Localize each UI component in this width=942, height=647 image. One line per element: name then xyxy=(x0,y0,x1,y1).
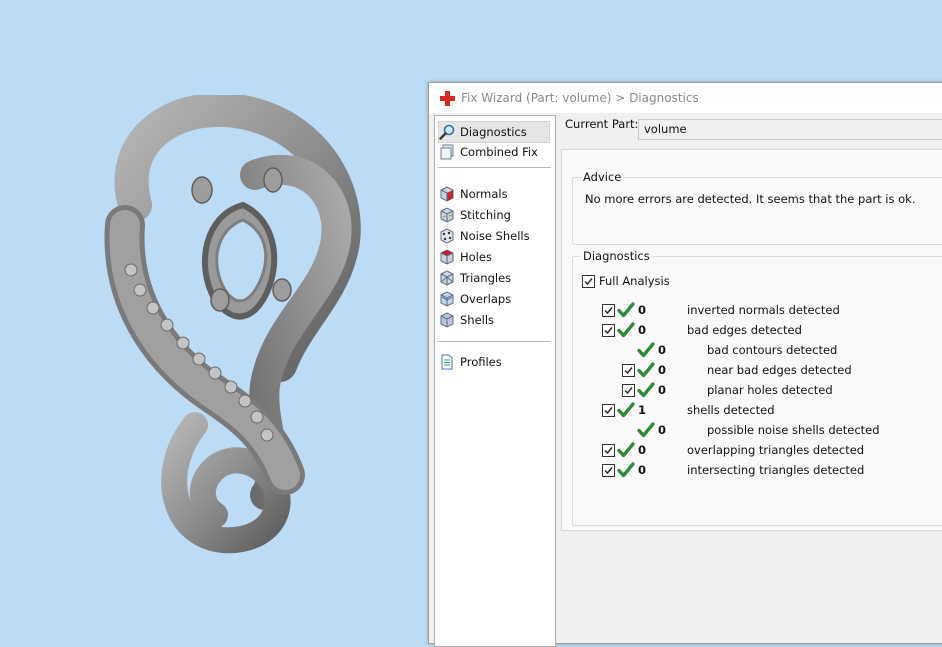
diagnostic-count: 0 xyxy=(658,343,667,357)
nav-item-profiles[interactable]: Profiles xyxy=(439,352,549,372)
current-part-field[interactable]: volume xyxy=(638,119,942,140)
diagnostic-checkbox[interactable] xyxy=(622,363,635,377)
green-check-icon xyxy=(637,382,655,398)
fix-wizard-cross-icon xyxy=(440,90,455,106)
magnifier-icon xyxy=(439,124,455,140)
diagnostic-count: 1 xyxy=(638,403,647,417)
nav-label: Combined Fix xyxy=(460,145,538,159)
diagnostic-row: 0 xyxy=(622,421,666,439)
diagnostic-row: 0 xyxy=(622,381,666,399)
nav-label: Triangles xyxy=(460,271,512,285)
green-check-icon xyxy=(617,402,635,418)
diagnostic-count: 0 xyxy=(638,303,647,317)
nav-label: Diagnostics xyxy=(460,125,527,139)
diagnostics-title: Diagnostics xyxy=(581,249,652,263)
diagnostic-checkbox[interactable] xyxy=(602,403,615,417)
nav-item-triangles[interactable]: Triangles xyxy=(439,268,549,288)
nav-label: Normals xyxy=(460,187,508,201)
wizard-navigation: Diagnostics Combined Fix Normals Stitchi… xyxy=(434,115,556,647)
diagnostics-page: Advice No more errors are detected. It s… xyxy=(561,149,942,531)
nav-item-normals[interactable]: Normals xyxy=(439,184,549,204)
advice-group: Advice No more errors are detected. It s… xyxy=(572,170,942,245)
nav-item-noise-shells[interactable]: Noise Shells xyxy=(439,226,549,246)
diagnostic-label: near bad edges detected xyxy=(707,363,852,377)
shells-cube-icon xyxy=(440,312,454,328)
dialog-titlebar: Fix Wizard (Part: volume) > Diagnostics xyxy=(429,83,942,113)
diagnostic-count: 0 xyxy=(658,383,667,397)
checkbox[interactable] xyxy=(582,274,595,288)
nav-separator xyxy=(437,167,551,168)
normals-cube-icon xyxy=(440,186,454,202)
diagnostic-checkbox[interactable] xyxy=(602,303,615,317)
diagnostic-checkbox[interactable] xyxy=(602,443,615,457)
advice-text: No more errors are detected. It seems th… xyxy=(585,192,916,206)
full-analysis-checkbox[interactable]: Full Analysis xyxy=(582,272,670,290)
nav-label: Holes xyxy=(460,250,492,264)
diagnostic-label: planar holes detected xyxy=(707,383,833,397)
diagnostic-label: overlapping triangles detected xyxy=(687,443,865,457)
nav-label: Stitching xyxy=(460,208,511,222)
profiles-document-icon xyxy=(441,354,453,370)
green-check-icon xyxy=(617,462,635,478)
nav-label: Overlaps xyxy=(460,292,512,306)
nav-item-combined-fix[interactable]: Combined Fix xyxy=(439,142,549,162)
diagnostic-count: 0 xyxy=(638,323,647,337)
diagnostic-checkbox[interactable] xyxy=(622,383,635,397)
nav-item-holes[interactable]: Holes xyxy=(439,247,549,267)
nav-label: Shells xyxy=(460,313,495,327)
diagnostic-label: shells detected xyxy=(687,403,775,417)
green-check-icon xyxy=(637,422,655,438)
nav-item-stitching[interactable]: Stitching xyxy=(439,205,549,225)
diagnostic-label: bad edges detected xyxy=(687,323,802,337)
green-check-icon xyxy=(617,322,635,338)
diagnostic-checkbox[interactable] xyxy=(602,323,615,337)
diagnostic-count: 0 xyxy=(638,463,647,477)
stitching-cube-icon xyxy=(440,207,454,223)
nav-item-overlaps[interactable]: Overlaps xyxy=(439,289,549,309)
fix-wizard-dialog: Fix Wizard (Part: volume) > Diagnostics … xyxy=(428,82,942,647)
dialog-title: Fix Wizard (Part: volume) > Diagnostics xyxy=(461,91,699,105)
advice-title: Advice xyxy=(581,170,624,184)
current-part-label: Current Part: xyxy=(565,117,639,131)
diagnostic-label: intersecting triangles detected xyxy=(687,463,865,477)
combined-fix-icon xyxy=(440,144,454,160)
diagnostic-count: 0 xyxy=(658,363,667,377)
triangles-cube-icon xyxy=(440,270,454,286)
diagnostic-label: bad contours detected xyxy=(707,343,838,357)
diagnostic-row: 0 xyxy=(602,321,646,339)
holes-cube-icon xyxy=(440,249,454,265)
diagnostic-row: 0 xyxy=(602,441,646,459)
diagnostic-count: 0 xyxy=(638,443,647,457)
diagnostic-row: 0 xyxy=(602,461,646,479)
nav-item-diagnostics[interactable]: Diagnostics xyxy=(438,121,550,143)
nav-label: Noise Shells xyxy=(460,229,530,243)
green-check-icon xyxy=(617,442,635,458)
nav-label: Profiles xyxy=(460,355,502,369)
green-check-icon xyxy=(637,362,655,378)
green-check-icon xyxy=(617,302,635,318)
nav-separator xyxy=(437,341,551,342)
diagnostic-label: inverted normals detected xyxy=(687,303,840,317)
overlaps-cube-icon xyxy=(440,291,454,307)
diagnostic-row: 1 xyxy=(602,401,646,419)
nav-item-shells[interactable]: Shells xyxy=(439,310,549,330)
diagnostics-group: Diagnostics Full Analysis 0 inverted norm… xyxy=(572,249,942,526)
pendant-3d-model[interactable] xyxy=(95,95,375,555)
diagnostic-row: 0 xyxy=(622,341,666,359)
diagnostic-label: possible noise shells detected xyxy=(707,423,880,437)
diagnostic-row: 0 xyxy=(622,361,666,379)
diagnostic-count: 0 xyxy=(658,423,667,437)
green-check-icon xyxy=(637,342,655,358)
full-analysis-label: Full Analysis xyxy=(599,274,670,288)
diagnostic-checkbox[interactable] xyxy=(602,463,615,477)
noise-shells-cube-icon xyxy=(440,228,454,244)
diagnostic-row: 0 xyxy=(602,301,646,319)
